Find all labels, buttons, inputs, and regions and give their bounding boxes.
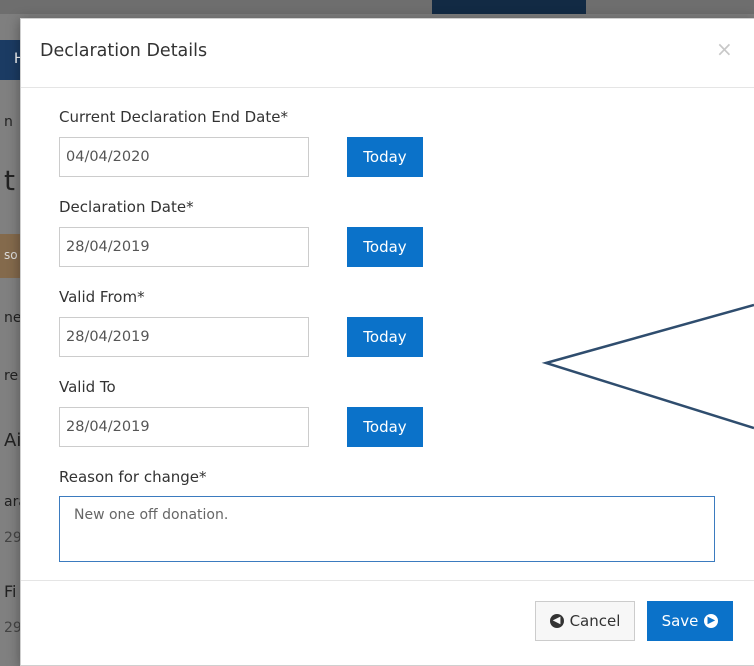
- valid-from-today-button[interactable]: Today: [347, 317, 423, 357]
- valid-to-today-button[interactable]: Today: [347, 407, 423, 447]
- background-topbar: [0, 0, 754, 14]
- current-declaration-end-date-today-button[interactable]: Today: [347, 137, 423, 177]
- save-button[interactable]: Save ▶: [647, 601, 733, 641]
- cancel-button-label: Cancel: [569, 612, 621, 630]
- dialog-header: Declaration Details ×: [21, 19, 754, 88]
- background-fragment: ne: [4, 310, 22, 326]
- background-fragment: so: [4, 248, 18, 262]
- current-declaration-end-date-input[interactable]: [59, 137, 309, 177]
- valid-to-label: Valid To: [59, 378, 116, 396]
- declaration-date-today-button[interactable]: Today: [347, 227, 423, 267]
- save-button-label: Save: [661, 612, 699, 630]
- background-fragment: n: [4, 114, 13, 130]
- declaration-details-dialog: Declaration Details × Current Declaratio…: [20, 18, 754, 666]
- background-fragment: Fi: [4, 582, 17, 601]
- background-fragment: Ai: [4, 430, 22, 451]
- arrow-right-circle-icon: ▶: [704, 614, 719, 628]
- valid-from-input[interactable]: [59, 317, 309, 357]
- valid-to-input[interactable]: [59, 407, 309, 447]
- cancel-button[interactable]: ◀ Cancel: [535, 601, 635, 641]
- valid-from-label: Valid From*: [59, 288, 145, 306]
- reason-for-change-textarea[interactable]: New one off donation.: [59, 496, 715, 562]
- current-declaration-end-date-label: Current Declaration End Date*: [59, 108, 288, 126]
- dialog-title: Declaration Details: [40, 41, 208, 61]
- background-fragment: re: [4, 368, 19, 384]
- dialog-footer: ◀ Cancel Save ▶: [21, 580, 754, 666]
- close-icon[interactable]: ×: [716, 37, 733, 61]
- declaration-date-input[interactable]: [59, 227, 309, 267]
- arrow-left-circle-icon: ◀: [549, 614, 564, 628]
- reason-for-change-label: Reason for change*: [59, 468, 207, 486]
- background-fragment: t: [4, 164, 15, 197]
- declaration-date-label: Declaration Date*: [59, 198, 194, 216]
